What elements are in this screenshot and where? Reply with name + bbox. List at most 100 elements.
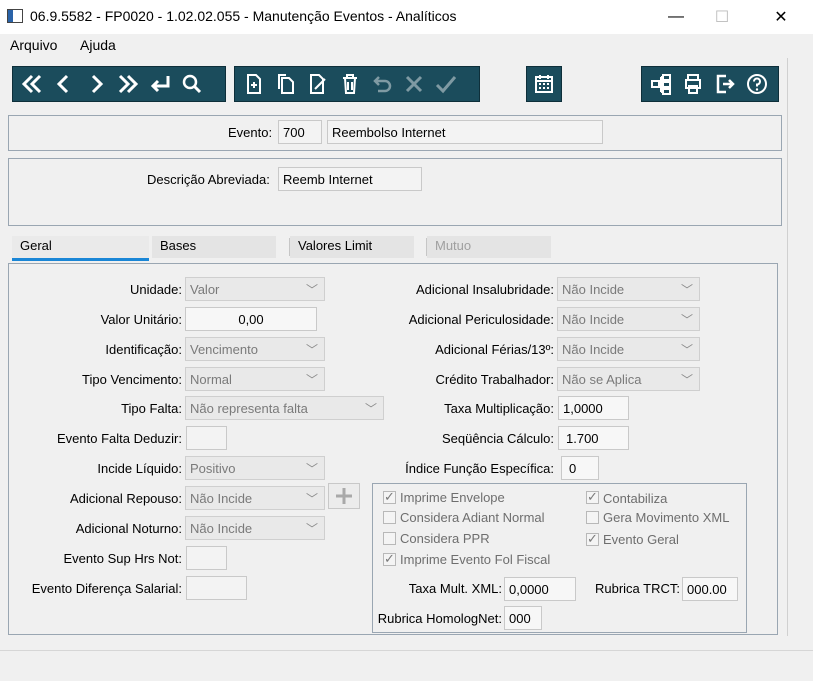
identificacao-label: Identificação: xyxy=(105,342,182,357)
rubrica-homolognet-field[interactable]: 000 xyxy=(504,606,542,630)
credito-trabalhador-label: Crédito Trabalhador: xyxy=(435,372,554,387)
tab-divider xyxy=(289,238,290,256)
indice-funcao-field[interactable]: 0 xyxy=(561,456,599,480)
checkbox-checked xyxy=(383,489,396,505)
taxa-multiplicacao-label: Taxa Multiplicação: xyxy=(444,401,554,416)
first-icon[interactable] xyxy=(17,69,47,99)
print-icon[interactable] xyxy=(678,69,708,99)
periculosidade-label: Adicional Periculosidade: xyxy=(408,312,554,327)
add-button[interactable] xyxy=(328,483,360,509)
evento-geral-label: Evento Geral xyxy=(603,532,679,547)
edit-icon[interactable] xyxy=(303,69,333,99)
taxa-mult-xml-label: Taxa Mult. XML: xyxy=(408,581,502,596)
unidade-label: Unidade: xyxy=(129,282,182,297)
sequencia-calculo-label: Seqüência Cálculo: xyxy=(441,431,554,446)
considera-ppr-checkbox[interactable] xyxy=(383,532,396,548)
imprime-envelope-checkbox[interactable] xyxy=(383,489,396,507)
valor-unitario-field[interactable]: 0,00 xyxy=(185,307,317,331)
identificacao-select[interactable]: Vencimento ﹀ xyxy=(185,337,325,361)
evento-name-field[interactable]: Reembolso Internet xyxy=(327,120,603,144)
chevron-down-icon: ﹀ xyxy=(680,373,693,387)
close-button[interactable]: ✕ xyxy=(758,0,804,34)
valor-unitario-label: Valor Unitário: xyxy=(100,312,182,327)
tab-valores-limit[interactable]: Valores Limit xyxy=(290,236,414,258)
unidade-select[interactable]: Valor ﹀ xyxy=(185,277,325,301)
adicional-repouso-label: Adicional Repouso: xyxy=(69,491,182,506)
copy-icon[interactable] xyxy=(271,69,301,99)
evento-falta-field[interactable] xyxy=(186,426,227,450)
confirm-icon[interactable] xyxy=(431,69,461,99)
checkbox-checked xyxy=(586,531,599,547)
tab-mutuo[interactable]: Mutuo xyxy=(427,236,551,258)
adicional-noturno-label: Adicional Noturno: xyxy=(75,521,182,536)
chevron-down-icon: ﹀ xyxy=(305,373,318,387)
checkbox-checked xyxy=(586,489,599,505)
contabiliza-label: Contabiliza xyxy=(603,491,668,506)
taxa-multiplicacao-field[interactable]: 1,0000 xyxy=(558,396,629,420)
adicional-noturno-select[interactable]: Não Incide ﹀ xyxy=(185,516,325,540)
new-icon[interactable] xyxy=(239,69,269,99)
rubrica-trct-field[interactable]: 000.00 xyxy=(682,577,738,601)
chevron-down-icon: ﹀ xyxy=(305,492,318,506)
calendar-icon[interactable] xyxy=(529,69,559,99)
incide-liquido-label: Incide Líquido: xyxy=(97,461,182,476)
insalubridade-select[interactable]: Não Incide ﹀ xyxy=(557,277,700,301)
adicional-repouso-select[interactable]: Não Incide ﹀ xyxy=(185,486,325,510)
gera-movimento-checkbox[interactable] xyxy=(586,511,599,527)
evento-diferenca-salarial-field[interactable] xyxy=(186,576,247,600)
tipo-vencimento-select[interactable]: Normal ﹀ xyxy=(185,367,325,391)
minimize-button[interactable]: — xyxy=(653,0,699,34)
sequencia-calculo-field[interactable]: 1.700 xyxy=(558,426,629,450)
descricao-label: Descrição Abreviada: xyxy=(147,172,270,187)
return-icon[interactable] xyxy=(145,69,175,99)
menu-bar xyxy=(0,34,813,58)
checkbox-unchecked xyxy=(383,511,396,524)
cancel-icon[interactable] xyxy=(399,69,429,99)
tab-bases[interactable]: Bases xyxy=(152,236,276,258)
credito-trabalhador-select[interactable]: Não se Aplica ﹀ xyxy=(557,367,700,391)
search-icon[interactable] xyxy=(177,69,207,99)
tab-geral[interactable]: Geral xyxy=(12,236,149,261)
chevron-down-icon: ﹀ xyxy=(364,402,377,416)
next-icon[interactable] xyxy=(81,69,111,99)
tree-icon[interactable] xyxy=(646,69,676,99)
insalubridade-label: Adicional Insalubridade: xyxy=(415,282,554,297)
chevron-down-icon: ﹀ xyxy=(305,343,318,357)
tipo-falta-select[interactable]: Não representa falta ﹀ xyxy=(185,396,384,420)
evento-sup-hrs-label: Evento Sup Hrs Not: xyxy=(63,551,183,566)
tipo-vencimento-label: Tipo Vencimento: xyxy=(82,372,182,387)
prev-icon[interactable] xyxy=(49,69,79,99)
indice-funcao-label: Índice Função Específica: xyxy=(405,461,554,476)
contabiliza-checkbox[interactable] xyxy=(586,489,599,507)
evento-geral-checkbox[interactable] xyxy=(586,531,599,549)
evento-sup-hrs-field[interactable] xyxy=(186,546,227,570)
help-icon[interactable] xyxy=(742,69,772,99)
chevron-down-icon: ﹀ xyxy=(680,343,693,357)
checkbox-unchecked xyxy=(383,532,396,545)
evento-label: Evento: xyxy=(228,125,273,140)
delete-icon[interactable] xyxy=(335,69,365,99)
imprime-evento-checkbox[interactable] xyxy=(383,551,396,569)
title-bar: 06.9.5582 - FP0020 - 1.02.02.055 - Manut… xyxy=(0,0,813,34)
status-bar xyxy=(0,650,813,681)
evento-diferenca-salarial-label: Evento Diferença Salarial: xyxy=(31,581,182,596)
taxa-mult-xml-field[interactable]: 0,0000 xyxy=(504,577,576,601)
undo-icon[interactable] xyxy=(367,69,397,99)
last-icon[interactable] xyxy=(113,69,143,99)
menu-arquivo[interactable]: Arquivo xyxy=(10,37,57,53)
tipo-falta-label: Tipo Falta: xyxy=(121,401,182,416)
descricao-field[interactable]: Reemb Internet xyxy=(278,167,422,191)
exit-icon[interactable] xyxy=(710,69,740,99)
maximize-button[interactable]: ☐ xyxy=(699,0,745,34)
evento-code-field[interactable]: 700 xyxy=(278,120,322,144)
ferias-select[interactable]: Não Incide ﹀ xyxy=(557,337,700,361)
chevron-down-icon: ﹀ xyxy=(680,283,693,297)
chevron-down-icon: ﹀ xyxy=(305,462,318,476)
considera-adiant-checkbox[interactable] xyxy=(383,511,396,527)
incide-liquido-select[interactable]: Positivo ﹀ xyxy=(185,456,325,480)
imprime-envelope-label: Imprime Envelope xyxy=(400,490,505,505)
rubrica-homolognet-label: Rubrica HomologNet: xyxy=(377,611,502,626)
periculosidade-select[interactable]: Não Incide ﹀ xyxy=(557,307,700,331)
menu-ajuda[interactable]: Ajuda xyxy=(80,37,116,53)
toolbar-edit xyxy=(234,66,480,102)
